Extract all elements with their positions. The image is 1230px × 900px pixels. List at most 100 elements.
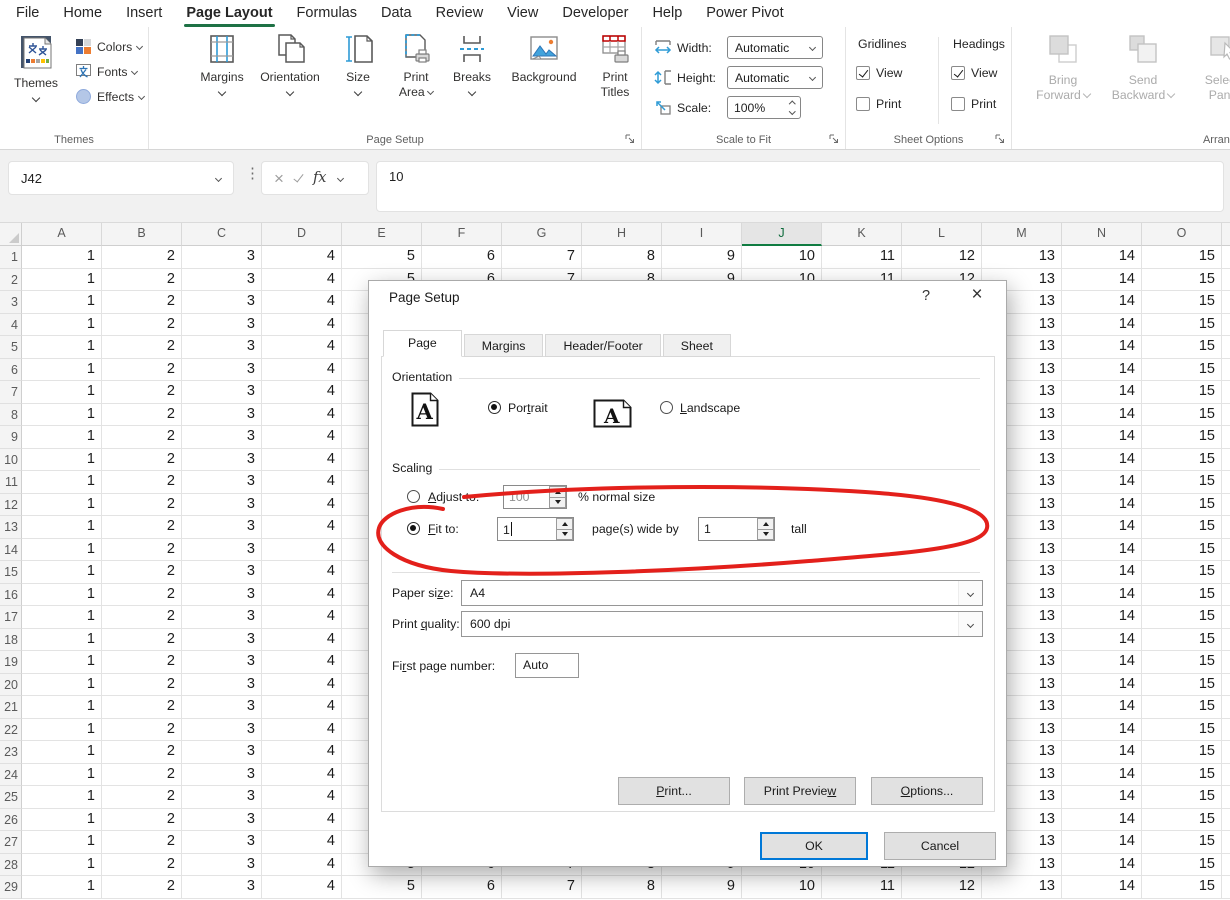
cell-B28[interactable]: 2 [102, 854, 182, 877]
cell-L29[interactable]: 12 [902, 876, 982, 899]
cell-A3[interactable]: 1 [22, 291, 102, 314]
column-header-I[interactable]: I [662, 223, 742, 246]
cell-C6[interactable]: 3 [182, 359, 262, 382]
row-header-6[interactable]: 6 [0, 359, 22, 382]
cell-C1[interactable]: 3 [182, 246, 262, 269]
cell-A26[interactable]: 1 [22, 809, 102, 832]
cell-O24[interactable]: 15 [1142, 764, 1222, 787]
cell-C11[interactable]: 3 [182, 471, 262, 494]
cell-N3[interactable]: 14 [1062, 291, 1142, 314]
cell-B6[interactable]: 2 [102, 359, 182, 382]
row-header-9[interactable]: 9 [0, 426, 22, 449]
cell-O13[interactable]: 15 [1142, 516, 1222, 539]
row-header-16[interactable]: 16 [0, 584, 22, 607]
row-header-4[interactable]: 4 [0, 314, 22, 337]
row-header-5[interactable]: 5 [0, 336, 22, 359]
cell-C2[interactable]: 3 [182, 269, 262, 292]
cell-A1[interactable]: 1 [22, 246, 102, 269]
cell-O11[interactable]: 15 [1142, 471, 1222, 494]
chevron-down-icon[interactable] [337, 174, 344, 181]
tab-sheet[interactable]: Sheet [663, 334, 731, 357]
cell-D5[interactable]: 4 [262, 336, 342, 359]
cell-B25[interactable]: 2 [102, 786, 182, 809]
cell-B15[interactable]: 2 [102, 561, 182, 584]
cell-I29[interactable]: 9 [662, 876, 742, 899]
cell-O27[interactable]: 15 [1142, 831, 1222, 854]
cell-A17[interactable]: 1 [22, 606, 102, 629]
size-button[interactable]: Size [334, 33, 382, 95]
cell-C14[interactable]: 3 [182, 539, 262, 562]
menu-tab-power-pivot[interactable]: Power Pivot [694, 0, 795, 27]
menu-tab-insert[interactable]: Insert [114, 0, 174, 27]
cell-F29[interactable]: 6 [422, 876, 502, 899]
cell-D28[interactable]: 4 [262, 854, 342, 877]
cell-A8[interactable]: 1 [22, 404, 102, 427]
cell-O7[interactable]: 15 [1142, 381, 1222, 404]
cell-C27[interactable]: 3 [182, 831, 262, 854]
cell-A23[interactable]: 1 [22, 741, 102, 764]
cell-A10[interactable]: 1 [22, 449, 102, 472]
cell-N25[interactable]: 14 [1062, 786, 1142, 809]
cell-C10[interactable]: 3 [182, 449, 262, 472]
column-header-K[interactable]: K [822, 223, 902, 246]
fonts-button[interactable]: Fonts [73, 59, 144, 84]
row-header-15[interactable]: 15 [0, 561, 22, 584]
dropdown-button[interactable] [958, 612, 982, 636]
cell-O8[interactable]: 15 [1142, 404, 1222, 427]
cell-N14[interactable]: 14 [1062, 539, 1142, 562]
cell-B1[interactable]: 2 [102, 246, 182, 269]
row-header-28[interactable]: 28 [0, 854, 22, 877]
cell-G29[interactable]: 7 [502, 876, 582, 899]
cell-A25[interactable]: 1 [22, 786, 102, 809]
column-header-B[interactable]: B [102, 223, 182, 246]
cell-N10[interactable]: 14 [1062, 449, 1142, 472]
cell-B3[interactable]: 2 [102, 291, 182, 314]
cell-N26[interactable]: 14 [1062, 809, 1142, 832]
cell-C17[interactable]: 3 [182, 606, 262, 629]
cell-C20[interactable]: 3 [182, 674, 262, 697]
page-setup-dialog-launcher[interactable] [625, 134, 636, 145]
cell-D23[interactable]: 4 [262, 741, 342, 764]
row-header-18[interactable]: 18 [0, 629, 22, 652]
cell-B27[interactable]: 2 [102, 831, 182, 854]
orientation-button[interactable]: Orientation [254, 33, 326, 95]
fit-to-wide-spinner[interactable]: 1 [497, 517, 574, 541]
row-header-25[interactable]: 25 [0, 786, 22, 809]
width-combobox[interactable]: Automatic [727, 36, 823, 59]
cell-C22[interactable]: 3 [182, 719, 262, 742]
cell-O29[interactable]: 15 [1142, 876, 1222, 899]
cell-N18[interactable]: 14 [1062, 629, 1142, 652]
cell-C13[interactable]: 3 [182, 516, 262, 539]
cell-B18[interactable]: 2 [102, 629, 182, 652]
cell-D22[interactable]: 4 [262, 719, 342, 742]
height-combobox[interactable]: Automatic [727, 66, 823, 89]
cell-C18[interactable]: 3 [182, 629, 262, 652]
row-header-29[interactable]: 29 [0, 876, 22, 899]
first-page-number-input[interactable]: Auto [515, 653, 579, 678]
cell-D16[interactable]: 4 [262, 584, 342, 607]
cell-D1[interactable]: 4 [262, 246, 342, 269]
column-header-E[interactable]: E [342, 223, 422, 246]
landscape-label[interactable]: Landscape [680, 401, 740, 415]
cell-N21[interactable]: 14 [1062, 696, 1142, 719]
ok-button[interactable]: OK [760, 832, 868, 860]
cell-E29[interactable]: 5 [342, 876, 422, 899]
cell-N22[interactable]: 14 [1062, 719, 1142, 742]
cell-D19[interactable]: 4 [262, 651, 342, 674]
cell-D8[interactable]: 4 [262, 404, 342, 427]
row-header-12[interactable]: 12 [0, 494, 22, 517]
cell-K29[interactable]: 11 [822, 876, 902, 899]
print-titles-button[interactable]: Print Titles [590, 33, 640, 100]
cell-A5[interactable]: 1 [22, 336, 102, 359]
column-header-M[interactable]: M [982, 223, 1062, 246]
cell-B24[interactable]: 2 [102, 764, 182, 787]
menu-tab-data[interactable]: Data [369, 0, 424, 27]
row-header-24[interactable]: 24 [0, 764, 22, 787]
cell-C5[interactable]: 3 [182, 336, 262, 359]
row-header-3[interactable]: 3 [0, 291, 22, 314]
cell-O3[interactable]: 15 [1142, 291, 1222, 314]
margins-button[interactable]: Margins [196, 33, 248, 95]
cell-A29[interactable]: 1 [22, 876, 102, 899]
cell-C9[interactable]: 3 [182, 426, 262, 449]
cell-O21[interactable]: 15 [1142, 696, 1222, 719]
